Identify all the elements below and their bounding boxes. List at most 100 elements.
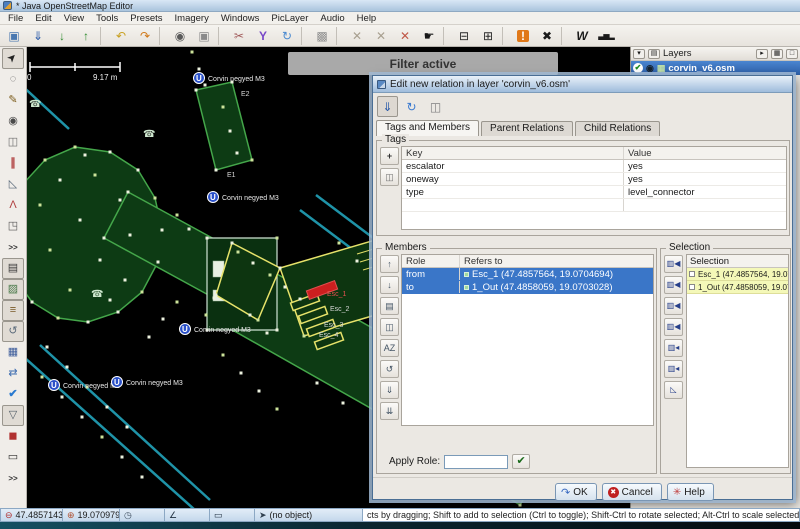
deselect-members-button[interactable]: ▥◂ (664, 360, 683, 378)
delete-x-icon[interactable]: ✖ (535, 26, 559, 46)
tag-row-empty[interactable] (402, 199, 786, 212)
delete-tag-button[interactable]: ◫ (380, 168, 399, 186)
reverse-order-button[interactable]: ↺ (380, 360, 399, 378)
remove-member-button[interactable]: ◫ (380, 318, 399, 336)
unglue-ways-icon[interactable]: ✂ (227, 26, 251, 46)
refresh-relation-icon[interactable]: ↻ (401, 96, 422, 117)
delete-tool-icon[interactable]: ◫ (2, 132, 24, 153)
car-icon[interactable]: ⊟ (452, 26, 476, 46)
sticky-panel-button[interactable]: ▸ (756, 48, 768, 59)
lasso-tool-icon[interactable]: ◌ (2, 69, 24, 90)
delete-relation-icon[interactable]: ◫ (425, 96, 446, 117)
more-toggles-chevron[interactable]: >> (2, 468, 24, 489)
edit-member-button[interactable]: ▤ (380, 297, 399, 315)
more-tools-chevron[interactable]: >> (2, 237, 24, 258)
tag-row[interactable]: escalator yes (402, 160, 786, 173)
apply-role-confirm-button[interactable]: ✔ (512, 454, 531, 469)
mapstyles-toggle-icon[interactable]: ▨ (2, 279, 24, 300)
layers-toggle-icon[interactable]: ▤ (2, 258, 24, 279)
dialogs-panel-icon[interactable]: ▣ (192, 26, 216, 46)
wireframe-icon[interactable]: ▩ (310, 26, 334, 46)
select-tool-icon[interactable]: ➤ (2, 48, 24, 69)
reload-icon[interactable]: ↻ (275, 26, 299, 46)
member-row-selected[interactable]: from Esc_1 (47.4857564, 19.0704694) (402, 268, 653, 281)
zoom-tool-icon[interactable]: ◉ (2, 111, 24, 132)
dialog-titlebar[interactable]: Edit new relation in layer 'corvin_v6.os… (373, 76, 792, 93)
move-member-down-button[interactable]: ↓ (380, 276, 399, 294)
conflict-toggle-icon[interactable]: ⇄ (2, 363, 24, 384)
rotate-toggle-icon[interactable]: ↺ (2, 321, 24, 342)
menu-item[interactable]: File (2, 13, 29, 24)
download-incomplete-button[interactable]: ⇊ (380, 402, 399, 420)
extrude-tool-icon[interactable]: ◳ (2, 216, 24, 237)
merge-tool-icon[interactable]: Λ (2, 195, 24, 216)
selection-table[interactable]: Selection Esc_1 (47.4857564, 19.0704694)… (686, 254, 789, 468)
menu-item[interactable]: Windows (215, 13, 266, 24)
remove-selected-button[interactable]: ◺ (664, 381, 683, 399)
changeset-toggle-icon[interactable]: ◼ (2, 426, 24, 447)
add-tag-button[interactable]: + (380, 147, 399, 165)
tool-red-icon[interactable]: ✕ (393, 26, 417, 46)
validator-toggle-icon[interactable]: ✔ (2, 384, 24, 405)
tool-hammer-icon[interactable]: ✕ (345, 26, 369, 46)
add-selected-above-button[interactable]: ▥◀ (664, 276, 683, 294)
menu-item[interactable]: View (58, 13, 90, 24)
parallel-tool-icon[interactable]: ∥ (2, 153, 24, 174)
add-selected-at-end-button[interactable]: ▥◀ (664, 318, 683, 336)
combine-ways-icon[interactable]: Y (251, 26, 275, 46)
members-table[interactable]: Role Refers to from Esc_1 (47.4857564, 1… (401, 254, 654, 426)
download-icon[interactable]: ↓ (50, 26, 74, 46)
move-member-up-button[interactable]: ↑ (380, 255, 399, 273)
zoom-selection-icon[interactable]: ◉ (168, 26, 192, 46)
draw-node-tool-icon[interactable]: ✎ (2, 90, 24, 111)
close-panel-button[interactable]: □ (786, 48, 798, 59)
window-titlebar[interactable]: * Java OpenStreetMap Editor (0, 0, 800, 12)
sort-members-button[interactable]: AZ (380, 339, 399, 357)
histogram-icon[interactable]: ▃▅▂ (594, 26, 618, 46)
open-icon[interactable]: ▣ (2, 26, 26, 46)
wms-icon[interactable]: W (570, 26, 594, 46)
tag-row[interactable]: oneway yes (402, 173, 786, 186)
save-icon[interactable]: ⇓ (26, 26, 50, 46)
menu-item[interactable]: PicLayer (265, 13, 314, 24)
layer-row[interactable]: ✔ ◉ ▦ corvin_v6.osm (631, 61, 800, 75)
hand-icon[interactable]: ☛ (417, 26, 441, 46)
apply-role-input[interactable] (444, 454, 509, 469)
minimap-toggle-icon[interactable]: ▦ (2, 342, 24, 363)
menu-item[interactable]: Imagery (169, 13, 215, 24)
select-members-button[interactable]: ▥◂ (664, 339, 683, 357)
collapse-panel-button[interactable]: ▾ (633, 48, 645, 59)
tab-parent-relations[interactable]: Parent Relations (481, 121, 573, 136)
tool-wrench-icon[interactable]: ✕ (369, 26, 393, 46)
menu-item[interactable]: Audio (314, 13, 350, 24)
ok-button[interactable]: ↷ OK (555, 483, 597, 501)
selection-row[interactable]: 1_Out (47.4858059, 19.0703028) (687, 281, 788, 294)
cancel-button[interactable]: ✖ Cancel (601, 483, 662, 501)
presets-toggle-icon[interactable]: ≡ (2, 300, 24, 321)
add-selected-below-button[interactable]: ▥◀ (664, 297, 683, 315)
download-members-button[interactable]: ⇓ (380, 381, 399, 399)
tags-table[interactable]: Key Value escalator yes oneway yes type … (401, 146, 787, 230)
warning-icon[interactable]: ! (511, 26, 535, 46)
tab-child-relations[interactable]: Child Relations (574, 121, 661, 136)
selection-row[interactable]: Esc_1 (47.4857564, 19.0704694) (687, 268, 788, 281)
help-button[interactable]: ✳ Help (666, 483, 714, 501)
member-row-selected[interactable]: to 1_Out (47.4858059, 19.0703028) (402, 281, 653, 294)
improve-accuracy-tool-icon[interactable]: ◺ (2, 174, 24, 195)
menu-item[interactable]: Help (351, 13, 383, 24)
measurement-toggle-icon[interactable]: ▭ (2, 447, 24, 468)
undo-icon[interactable]: ↶ (109, 26, 133, 46)
bus-icon[interactable]: ⊞ (476, 26, 500, 46)
layer-visibility-eye-icon[interactable]: ◉ (646, 63, 654, 74)
redo-icon[interactable]: ↷ (133, 26, 157, 46)
upload-icon[interactable]: ↑ (74, 26, 98, 46)
apply-changes-icon[interactable]: ⇓ (377, 96, 398, 117)
detach-panel-button[interactable]: ▦ (771, 48, 783, 59)
tag-row[interactable]: type level_connector (402, 186, 786, 199)
menu-item[interactable]: Tools (90, 13, 124, 24)
filter-toggle-icon[interactable]: ▽ (2, 405, 24, 426)
menu-item[interactable]: Edit (29, 13, 57, 24)
menu-item[interactable]: Presets (124, 13, 168, 24)
layer-active-check-icon[interactable]: ✔ (633, 63, 643, 73)
add-selected-at-start-button[interactable]: ▥◀ (664, 255, 683, 273)
